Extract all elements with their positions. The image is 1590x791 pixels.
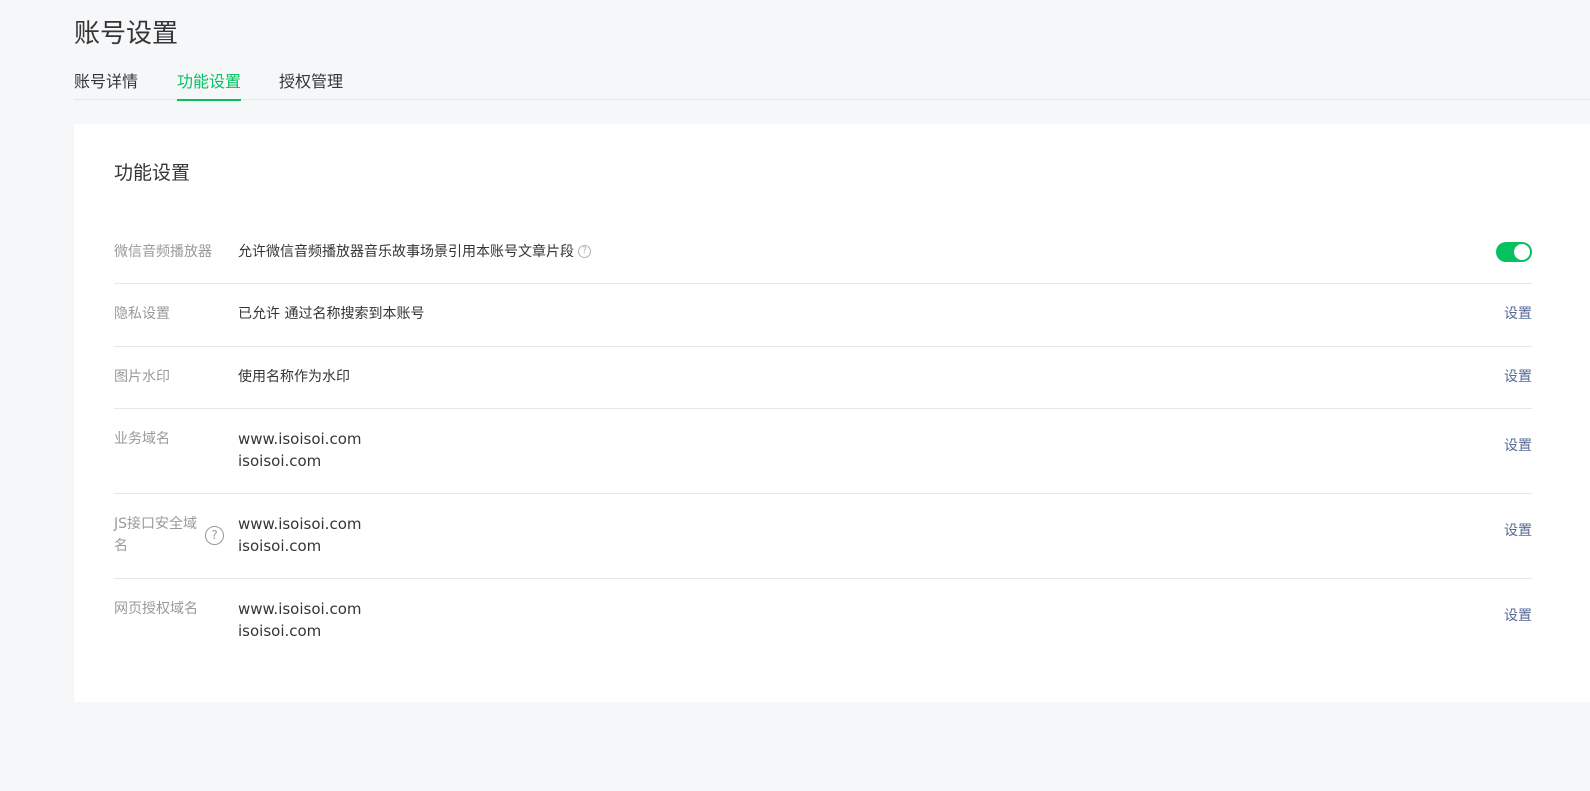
row-label-privacy: 隐私设置 bbox=[114, 306, 170, 322]
domain-entry: isoisoi.com bbox=[238, 537, 322, 555]
help-icon[interactable]: ? bbox=[578, 244, 591, 258]
domain-entry: www.isoisoi.com bbox=[238, 515, 362, 533]
row-watermark: 图片水印 使用名称作为水印 设置 bbox=[114, 347, 1532, 409]
audio-player-toggle[interactable] bbox=[1496, 242, 1532, 262]
toggle-knob bbox=[1514, 244, 1530, 260]
row-privacy: 隐私设置 已允许 通过名称搜索到本账号 设置 bbox=[114, 284, 1532, 347]
row-label-js-domain: JS接口安全域 名 bbox=[114, 513, 214, 557]
row-oauth-domain: 网页授权域名 www.isoisoi.com isoisoi.com 设置 bbox=[114, 579, 1532, 664]
row-label-watermark: 图片水印 bbox=[114, 369, 170, 385]
tab-feature-settings[interactable]: 功能设置 bbox=[177, 70, 242, 101]
card-title: 功能设置 bbox=[114, 162, 191, 184]
watermark-settings-link[interactable]: 设置 bbox=[1504, 366, 1532, 388]
row-label-business-domain: 业务域名 bbox=[114, 431, 170, 447]
row-value-oauth-domain: www.isoisoi.com isoisoi.com bbox=[238, 598, 362, 642]
row-value-watermark: 使用名称作为水印 bbox=[238, 369, 350, 385]
js-domain-settings-link[interactable]: 设置 bbox=[1504, 520, 1532, 542]
domain-entry: www.isoisoi.com bbox=[238, 430, 362, 448]
tab-authorization-management[interactable]: 授权管理 bbox=[279, 70, 343, 100]
row-value-audio-player: 允许微信音频播放器音乐故事场景引用本账号文章片段? bbox=[238, 241, 591, 263]
js-domain-label-line2: 名 bbox=[114, 538, 128, 554]
tab-bar: 账号详情 功能设置 授权管理 bbox=[74, 70, 1590, 101]
domain-entry: www.isoisoi.com bbox=[238, 600, 362, 618]
settings-card: 功能设置 微信音频播放器 允许微信音频播放器音乐故事场景引用本账号文章片段? 隐… bbox=[74, 124, 1590, 702]
oauth-domain-settings-link[interactable]: 设置 bbox=[1504, 605, 1532, 627]
business-domain-settings-link[interactable]: 设置 bbox=[1504, 435, 1532, 457]
domain-entry: isoisoi.com bbox=[238, 452, 322, 470]
tab-account-details[interactable]: 账号详情 bbox=[74, 70, 138, 100]
privacy-settings-link[interactable]: 设置 bbox=[1504, 303, 1532, 325]
help-icon[interactable]: ? bbox=[205, 526, 224, 545]
audio-player-description: 允许微信音频播放器音乐故事场景引用本账号文章片段 bbox=[238, 244, 574, 260]
row-js-domain: JS接口安全域 名 ? www.isoisoi.com isoisoi.com … bbox=[114, 494, 1532, 579]
row-value-js-domain: www.isoisoi.com isoisoi.com bbox=[238, 513, 362, 557]
row-value-business-domain: www.isoisoi.com isoisoi.com bbox=[238, 428, 362, 472]
page-title: 账号设置 bbox=[74, 19, 179, 49]
js-domain-label-line1: JS接口安全域 bbox=[114, 516, 198, 532]
row-value-privacy: 已允许 通过名称搜索到本账号 bbox=[238, 306, 425, 322]
row-label-oauth-domain: 网页授权域名 bbox=[114, 601, 198, 617]
row-audio-player: 微信音频播放器 允许微信音频播放器音乐故事场景引用本账号文章片段? bbox=[114, 221, 1532, 284]
row-label-audio-player: 微信音频播放器 bbox=[114, 244, 212, 260]
domain-entry: isoisoi.com bbox=[238, 622, 322, 640]
row-business-domain: 业务域名 www.isoisoi.com isoisoi.com 设置 bbox=[114, 409, 1532, 494]
